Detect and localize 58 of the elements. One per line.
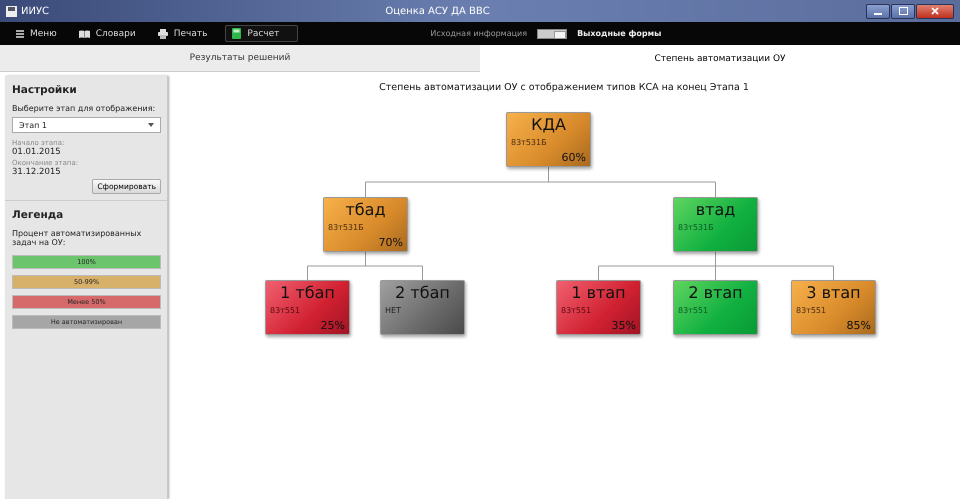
calculator-icon	[232, 28, 242, 39]
tree-node[interactable]: 2 втап 83т551	[673, 280, 758, 335]
node-name: 2 тбап	[394, 283, 451, 302]
chart-title: Степень автоматизации ОУ с отображением типов КСА на конец Этапа 1	[378, 82, 750, 93]
node-code: 83т551	[561, 306, 592, 315]
caret-icon	[148, 123, 154, 127]
minimize-button[interactable]	[866, 4, 890, 18]
node-code: 83т551	[270, 306, 300, 315]
node-name: КДА	[530, 115, 567, 134]
tree-node[interactable]: тбад 83т531Б 70%	[323, 197, 408, 252]
node-code: 83т551	[796, 306, 826, 315]
node-percent: 35%	[612, 319, 636, 332]
tab[interactable]: Результаты решений	[0, 45, 480, 72]
maximize-icon	[898, 7, 908, 15]
toggle-label: Выходные формы	[577, 29, 662, 38]
toggle-label: Исходная информация	[430, 29, 528, 38]
tree-node[interactable]: втад 83т531Б	[673, 197, 758, 252]
node-percent: 25%	[320, 319, 345, 332]
node-percent: 60%	[562, 151, 586, 164]
section-title: Настройки	[12, 84, 78, 96]
node-name: тбад	[344, 200, 387, 219]
toolbar-button[interactable]: Словари	[74, 26, 140, 40]
node-code: 83т531Б	[328, 223, 364, 232]
tree-node[interactable]: 3 втап 83т551 85%	[791, 280, 876, 335]
toggle-switch[interactable]	[537, 28, 568, 38]
tree-node[interactable]: 1 тбап 83т551 25%	[265, 280, 350, 335]
app-name: ИИУС	[21, 6, 50, 16]
stage-dropdown[interactable]: Этап 1	[12, 117, 161, 133]
tree-node[interactable]: 1 втап 83т551 35%	[556, 280, 641, 335]
toolbar-button[interactable]: Расчет	[225, 25, 298, 42]
section-title: Легенда	[12, 209, 64, 221]
maximize-button[interactable]	[891, 4, 915, 18]
node-name: 2 втап	[687, 283, 744, 302]
node-name: 1 тбап	[279, 283, 336, 302]
legend-caption: Процент автоматизированных задач на ОУ:	[12, 229, 142, 247]
node-name: 3 втап	[805, 283, 862, 302]
close-icon	[931, 7, 939, 15]
toolbar-button[interactable]: Печать	[154, 26, 212, 40]
printer-icon	[158, 28, 168, 38]
field-label: Выберите этап для отображения:	[12, 104, 156, 113]
book-icon	[78, 30, 90, 38]
toolbar-button[interactable]: Меню	[12, 26, 61, 40]
tree-node[interactable]: 2 тбап НЕТ	[380, 280, 465, 335]
window-title: Оценка АСУ ДА ВВС	[384, 6, 491, 16]
field-value: 31.12.2015	[12, 167, 62, 177]
field-value: 01.01.2015	[12, 147, 62, 157]
node-percent: 85%	[846, 319, 871, 332]
node-code: НЕТ	[385, 306, 401, 315]
menu-icon	[16, 30, 24, 38]
node-code: 83т531Б	[678, 223, 714, 232]
close-button[interactable]	[916, 4, 954, 18]
app-icon	[6, 6, 17, 16]
tree-node[interactable]: КДА 83т531Б 60%	[506, 112, 591, 167]
node-code: 83т531Б	[511, 138, 547, 147]
node-name: 1 втап	[570, 283, 627, 302]
node-name: втад	[694, 200, 736, 219]
node-percent: 70%	[378, 236, 403, 249]
node-code: 83т551	[678, 306, 708, 315]
